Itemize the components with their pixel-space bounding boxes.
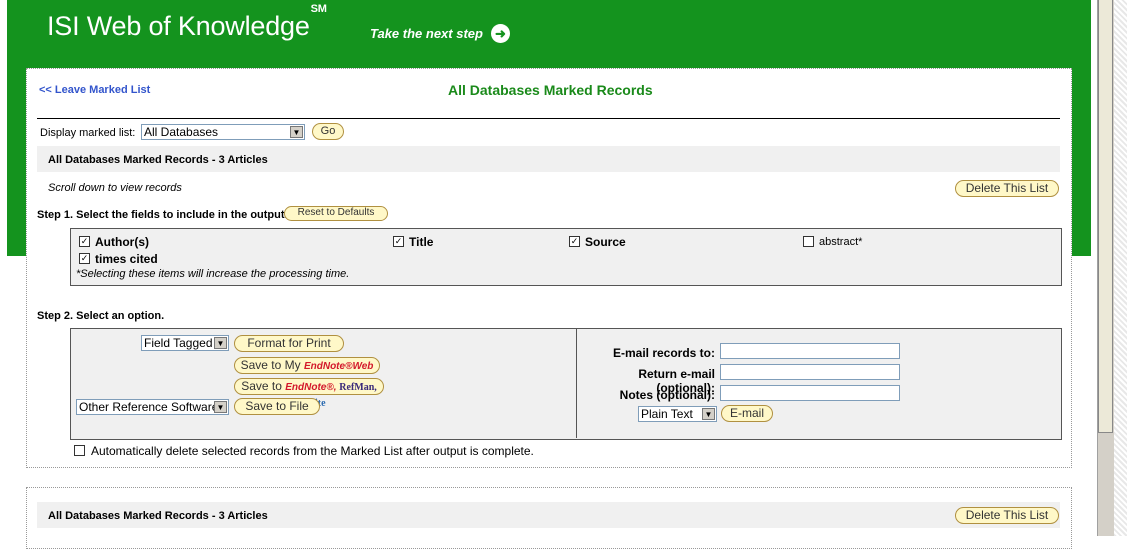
step1-label: Step 1. Select the fields to include in … [37,209,288,221]
author-label: Author(s) [95,235,149,249]
arrow-circle-icon[interactable]: ➜ [491,24,510,43]
divider [37,118,1060,119]
reset-defaults-button[interactable]: Reset to Defaults [284,206,388,221]
records-heading: All Databases Marked Records - 3 Article… [48,510,268,522]
leave-marked-list-link[interactable]: << Leave Marked List [39,84,150,96]
chevron-down-icon: ▼ [214,401,227,413]
times-cited-checkbox[interactable]: ✓ [79,253,90,264]
save-to-text: Save to [241,379,286,393]
email-format-value: Plain Text [641,407,693,421]
processing-time-note: *Selecting these items will increase the… [76,268,350,280]
auto-delete-checkbox[interactable] [74,445,85,456]
page-title: All Databases Marked Records [448,82,653,98]
notes-label: Notes (optional): [619,388,715,402]
records-heading: All Databases Marked Records - 3 Article… [48,154,268,166]
delete-list-button[interactable]: Delete This List [955,180,1059,197]
email-input[interactable] [720,343,900,359]
format-print-button[interactable]: Format for Print [234,335,344,352]
scroll-hint: Scroll down to view records [48,182,182,194]
auto-delete-label: Automatically delete selected records fr… [91,444,534,458]
title-label: Title [409,235,434,249]
source-label: Source [585,235,626,249]
email-label: E-mail records to: [612,346,715,360]
web-logo: Web [352,361,374,372]
step2-label: Step 2. Select an option. [37,310,165,322]
endnote-logo: EndNote [303,361,346,372]
database-select-value: All Databases [144,125,219,139]
title-checkbox[interactable]: ✓ [393,236,404,247]
email-format-select[interactable]: Plain Text ▼ [638,406,717,422]
source-checkbox[interactable]: ✓ [569,236,580,247]
endnote-logo: EndNote [285,382,327,393]
refman-logo: RefMan [339,382,375,393]
times-cited-label: times cited [95,252,158,266]
author-checkbox[interactable]: ✓ [79,236,90,247]
format-select[interactable]: Field Tagged ▼ [141,335,229,351]
scrollbar-thumb[interactable] [1098,0,1113,433]
chevron-down-icon: ▼ [290,126,303,138]
chevron-down-icon: ▼ [214,337,227,349]
save-endnote-web-button[interactable]: Save to My EndNote®Web [234,357,380,374]
app-logo-title: ISI Web of KnowledgeSM [47,3,327,41]
tagline: Take the next step [370,26,483,41]
reference-software-select[interactable]: Other Reference Software ▼ [76,399,229,415]
abstract-label: abstract* [819,236,863,248]
go-button[interactable]: Go [312,123,344,140]
save-endnote-refman-procite-button[interactable]: Save to EndNote®, RefMan, ProCite [234,378,384,409]
abstract-checkbox[interactable] [803,236,814,247]
display-marked-list-label: Display marked list: [40,127,136,139]
email-button[interactable]: E-mail [721,405,773,422]
delete-list-button[interactable]: Delete This List [955,507,1059,524]
options-divider [576,328,577,438]
save-to-file-button[interactable]: Save to File [234,398,320,415]
window-edge [1114,0,1127,536]
return-email-input[interactable] [720,364,900,380]
save-to-my-text: Save to My [240,358,304,372]
format-select-value: Field Tagged [144,336,213,350]
notes-input[interactable] [720,385,900,401]
reference-software-value: Other Reference Software [79,400,219,414]
database-select[interactable]: All Databases ▼ [141,124,305,140]
chevron-down-icon: ▼ [702,408,715,420]
